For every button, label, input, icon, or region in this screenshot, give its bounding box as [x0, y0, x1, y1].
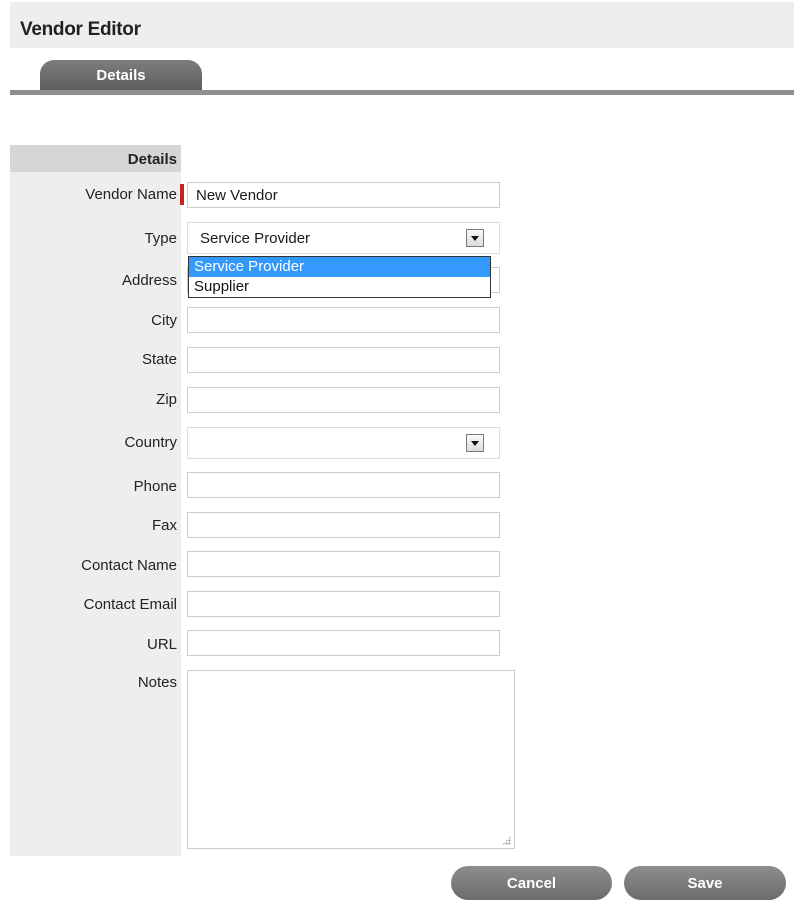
fax-label: Fax	[151, 517, 177, 534]
cancel-button[interactable]: Cancel	[451, 866, 612, 900]
page-title: Vendor Editor	[20, 19, 141, 40]
page-header: Vendor Editor	[10, 2, 794, 48]
save-button-label: Save	[687, 874, 723, 892]
phone-input[interactable]	[187, 472, 500, 498]
city-label: City	[151, 312, 177, 329]
section-title: Details	[127, 151, 177, 168]
label-column	[10, 145, 181, 856]
required-marker	[180, 184, 184, 205]
tab-details[interactable]: Details	[40, 60, 202, 90]
url-label: URL	[146, 636, 177, 653]
vendor-name-input[interactable]: New Vendor	[187, 182, 500, 208]
chevron-down-icon[interactable]	[466, 229, 484, 247]
address-label: Address	[121, 272, 177, 289]
section-header: Details	[10, 145, 181, 172]
type-select-value: Service Provider	[200, 230, 311, 247]
city-input[interactable]	[187, 307, 500, 333]
vendor-name-label: Vendor Name	[85, 186, 177, 203]
type-option-supplier[interactable]: Supplier	[189, 277, 490, 297]
contact-name-input[interactable]	[187, 551, 500, 577]
contact-email-input[interactable]	[187, 591, 500, 617]
resize-grip-icon[interactable]	[502, 836, 511, 845]
cancel-button-label: Cancel	[506, 874, 557, 892]
url-input[interactable]	[187, 630, 500, 656]
phone-label: Phone	[133, 478, 177, 495]
country-label: Country	[124, 434, 177, 451]
contact-name-label: Contact Name	[81, 557, 177, 574]
tab-underline	[10, 90, 794, 95]
state-label: State	[141, 351, 177, 368]
notes-textarea[interactable]	[187, 670, 515, 849]
state-input[interactable]	[187, 347, 500, 373]
save-button[interactable]: Save	[624, 866, 786, 900]
chevron-down-icon[interactable]	[466, 434, 484, 452]
fax-input[interactable]	[187, 512, 500, 538]
country-select[interactable]	[187, 427, 500, 459]
type-dropdown-list: Service Provider Supplier	[188, 256, 491, 298]
contact-email-label: Contact Email	[83, 596, 177, 613]
tab-details-label: Details	[96, 66, 146, 84]
type-label: Type	[144, 230, 177, 247]
zip-label: Zip	[156, 391, 177, 408]
notes-label: Notes	[137, 674, 177, 691]
type-select[interactable]: Service Provider	[187, 222, 500, 254]
type-option-service-provider[interactable]: Service Provider	[189, 257, 490, 277]
zip-input[interactable]	[187, 387, 500, 413]
